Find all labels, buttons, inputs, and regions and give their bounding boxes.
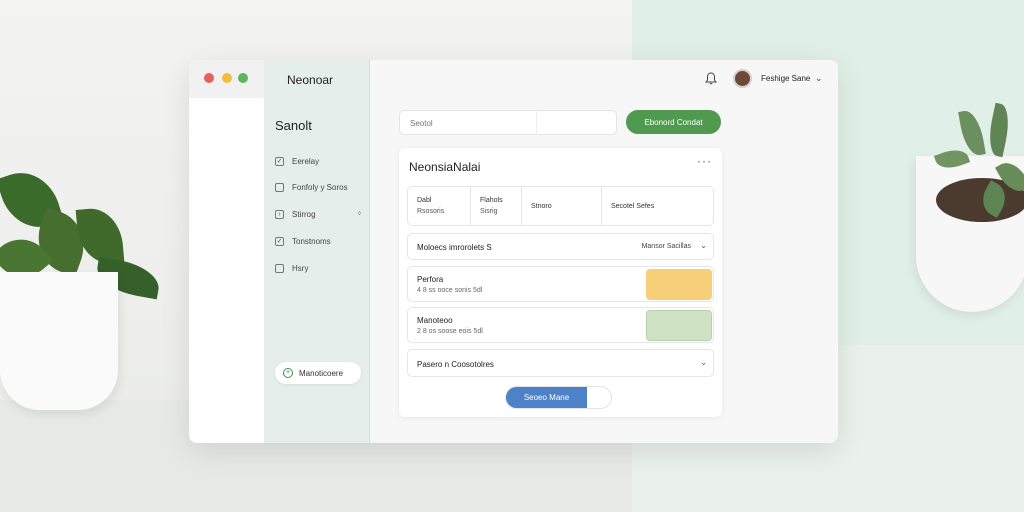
list-item-title: Manoteoo — [417, 316, 453, 325]
app-name: Neonoar — [287, 73, 334, 87]
plant-pot — [0, 272, 118, 410]
sidebar-item-hsry[interactable]: Hsry — [275, 260, 365, 276]
list-item[interactable]: Manoteoo 2 8 os soose eois 5dl — [407, 307, 714, 343]
play-square-icon: › — [275, 209, 284, 219]
sidebar-item-label: Tonstnoms — [292, 236, 331, 246]
sidebar-action-button[interactable]: + Manoticoere — [275, 362, 361, 384]
maximize-window-button[interactable] — [238, 73, 248, 83]
stat-value: Sisrig — [480, 208, 498, 215]
more-options-icon[interactable]: ··· — [697, 154, 712, 168]
bell-icon[interactable] — [705, 72, 717, 85]
chevron-down-icon[interactable]: ⌄ — [700, 358, 707, 367]
stats-row: Dabl Rsosoris Flahols Sisrig Stnoro Seco… — [407, 186, 714, 226]
sidebar-item-label: Eerelay — [292, 156, 320, 166]
edit-square-icon: ✓ — [275, 236, 284, 246]
sidebar-action-label: Manoticoere — [299, 368, 344, 378]
sidebar-item-label: Hsry — [292, 263, 309, 273]
primary-action-button[interactable]: Ebonord Condat — [626, 110, 721, 134]
sidebar-item-stirrog[interactable]: › Stirrog ⬨ — [275, 206, 365, 222]
filter-label: Moloecs imrorolets S — [417, 243, 492, 252]
close-window-button[interactable] — [204, 73, 214, 83]
window-left-strip — [189, 60, 264, 443]
plus-circle-icon: + — [283, 368, 293, 378]
square-icon — [275, 263, 284, 273]
sidebar-item-eerelay[interactable]: ✓ Eerelay — [275, 153, 365, 169]
stat-value: Rsosoris — [417, 208, 445, 215]
user-name[interactable]: Feshige Sane — [761, 74, 810, 83]
toggle-active-segment[interactable]: Seoeo Mane — [506, 387, 587, 408]
card-title: NeonsiaNalai — [409, 160, 481, 174]
chevron-down-icon[interactable]: ⌄ — [700, 241, 707, 250]
stat-label: Secotel Sefes — [611, 203, 655, 210]
sidebar-item-fonfoly[interactable]: Fonfoly y Soros — [275, 179, 365, 195]
sidebar-item-label: Fonfoly y Soros — [292, 182, 348, 192]
check-square-icon: ✓ — [275, 156, 284, 166]
search-input[interactable]: Seotol — [399, 110, 617, 135]
list-item[interactable]: Perfora 4 8 ss ooce sonis 5dl — [407, 266, 714, 302]
minimize-window-button[interactable] — [222, 73, 232, 83]
chevron-down-icon[interactable]: ⌄ — [815, 73, 823, 84]
app-window: Neonoar Sanolt ✓ Eerelay Fonfoly y Soros… — [189, 60, 838, 443]
list-item-subtitle: 2 8 os soose eois 5dl — [417, 328, 483, 335]
main-card: NeonsiaNalai ··· Dabl Rsosoris Flahols S… — [399, 148, 722, 417]
stat-cell[interactable]: Dabl Rsosoris — [408, 187, 471, 225]
sidebar-item-label: Stirrog — [292, 209, 316, 219]
filter-value: Mansor Sacillas — [641, 243, 691, 250]
list-item-title: Perfora — [417, 275, 444, 284]
sidebar-item-badge: ⬨ — [357, 210, 361, 217]
color-swatch — [646, 269, 712, 300]
avatar[interactable] — [733, 69, 752, 88]
expandable-row-label: Pasero n Coosotolres — [417, 360, 494, 369]
stat-label: Dabl — [417, 197, 432, 204]
filter-row[interactable]: Moloecs imrorolets S Mansor Sacillas ⌄ — [407, 233, 714, 260]
stat-cell[interactable]: Flahols Sisrig — [471, 187, 522, 225]
sidebar-title: Sanolt — [275, 118, 312, 133]
stat-cell[interactable]: Stnoro — [522, 187, 602, 225]
search-divider — [536, 110, 537, 135]
sidebar-item-tonstnoms[interactable]: ✓ Tonstnoms — [275, 233, 365, 249]
expandable-row[interactable]: Pasero n Coosotolres ⌄ — [407, 349, 714, 377]
stat-label: Stnoro — [531, 203, 552, 210]
toggle-switch[interactable]: Seoeo Mane — [505, 386, 612, 409]
stat-cell[interactable]: Secotel Sefes — [602, 187, 713, 225]
color-swatch — [646, 310, 712, 341]
list-item-subtitle: 4 8 ss ooce sonis 5dl — [417, 287, 483, 294]
grid-icon — [275, 182, 284, 192]
stat-label: Flahols — [480, 197, 503, 204]
